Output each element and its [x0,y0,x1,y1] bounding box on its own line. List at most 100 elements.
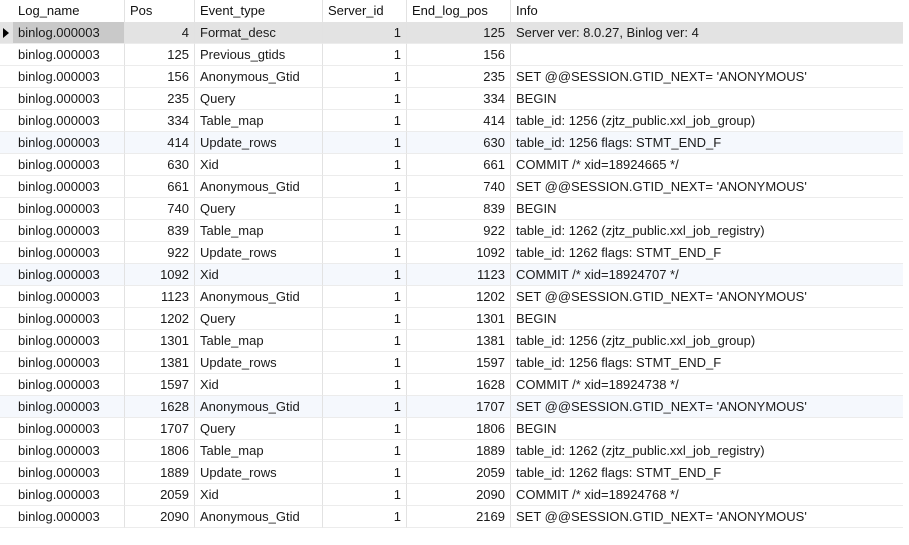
row-indicator[interactable] [0,484,13,506]
cell-pos[interactable]: 156 [125,66,195,88]
cell-pos[interactable]: 1123 [125,286,195,308]
cell-end-log-pos[interactable]: 2169 [407,506,511,528]
cell-pos[interactable]: 839 [125,220,195,242]
cell-event-type[interactable]: Table_map [195,330,323,352]
table-row[interactable]: binlog.000003 235 Query 1 334 BEGIN [0,88,903,110]
cell-pos[interactable]: 1597 [125,374,195,396]
cell-info[interactable]: SET @@SESSION.GTID_NEXT= 'ANONYMOUS' [511,396,903,418]
cell-end-log-pos[interactable]: 334 [407,88,511,110]
cell-server-id[interactable]: 1 [323,418,407,440]
row-indicator[interactable] [0,66,13,88]
table-row[interactable]: binlog.000003 2090 Anonymous_Gtid 1 2169 SET … [0,506,903,528]
cell-pos[interactable]: 4 [125,22,195,44]
table-row[interactable]: binlog.000003 334 Table_map 1 414 table_id: 1… [0,110,903,132]
cell-end-log-pos[interactable]: 1806 [407,418,511,440]
row-indicator[interactable] [0,440,13,462]
cell-server-id[interactable]: 1 [323,132,407,154]
cell-end-log-pos[interactable]: 1123 [407,264,511,286]
column-header-event-type[interactable]: Event_type [195,0,323,22]
cell-server-id[interactable]: 1 [323,22,407,44]
cell-info[interactable]: BEGIN [511,198,903,220]
cell-pos[interactable]: 125 [125,44,195,66]
cell-pos[interactable]: 1092 [125,264,195,286]
cell-log-name[interactable]: binlog.000003 [13,396,125,418]
cell-log-name[interactable]: binlog.000003 [13,176,125,198]
cell-info[interactable]: COMMIT /* xid=18924768 */ [511,484,903,506]
cell-pos[interactable]: 235 [125,88,195,110]
column-header-server-id[interactable]: Server_id [323,0,407,22]
cell-info[interactable]: table_id: 1262 flags: STMT_END_F [511,462,903,484]
cell-log-name[interactable]: binlog.000003 [13,352,125,374]
cell-server-id[interactable]: 1 [323,308,407,330]
cell-end-log-pos[interactable]: 1628 [407,374,511,396]
cell-end-log-pos[interactable]: 235 [407,66,511,88]
cell-info[interactable]: table_id: 1256 flags: STMT_END_F [511,352,903,374]
table-row[interactable]: binlog.000003 125 Previous_gtids 1 156 [0,44,903,66]
cell-server-id[interactable]: 1 [323,440,407,462]
cell-end-log-pos[interactable]: 740 [407,176,511,198]
cell-pos[interactable]: 922 [125,242,195,264]
cell-pos[interactable]: 2059 [125,484,195,506]
cell-log-name[interactable]: binlog.000003 [13,154,125,176]
cell-event-type[interactable]: Update_rows [195,132,323,154]
cell-event-type[interactable]: Query [195,308,323,330]
cell-server-id[interactable]: 1 [323,198,407,220]
cell-event-type[interactable]: Query [195,418,323,440]
binlog-events-grid[interactable]: Log_name Pos Event_type Server_id End_lo… [0,0,909,545]
cell-server-id[interactable]: 1 [323,176,407,198]
table-row[interactable]: binlog.000003 414 Update_rows 1 630 table_id:… [0,132,903,154]
cell-info[interactable]: BEGIN [511,418,903,440]
table-row[interactable]: binlog.000003 4 Format_desc 1 125 Server ver:… [0,22,903,44]
cell-end-log-pos[interactable]: 156 [407,44,511,66]
cell-end-log-pos[interactable]: 1597 [407,352,511,374]
cell-log-name[interactable]: binlog.000003 [13,242,125,264]
cell-pos[interactable]: 630 [125,154,195,176]
table-row[interactable]: binlog.000003 156 Anonymous_Gtid 1 235 SET @@… [0,66,903,88]
column-header-pos[interactable]: Pos [125,0,195,22]
cell-end-log-pos[interactable]: 839 [407,198,511,220]
cell-server-id[interactable]: 1 [323,396,407,418]
table-row[interactable]: binlog.000003 2059 Xid 1 2090 COMMIT /* xid=1… [0,484,903,506]
cell-server-id[interactable]: 1 [323,330,407,352]
cell-event-type[interactable]: Xid [195,374,323,396]
row-indicator[interactable] [0,330,13,352]
cell-server-id[interactable]: 1 [323,110,407,132]
cell-log-name[interactable]: binlog.000003 [13,110,125,132]
cell-pos[interactable]: 1381 [125,352,195,374]
cell-server-id[interactable]: 1 [323,264,407,286]
cell-log-name[interactable]: binlog.000003 [13,286,125,308]
cell-log-name[interactable]: binlog.000003 [13,220,125,242]
cell-log-name[interactable]: binlog.000003 [13,506,125,528]
cell-server-id[interactable]: 1 [323,242,407,264]
cell-event-type[interactable]: Table_map [195,220,323,242]
cell-server-id[interactable]: 1 [323,462,407,484]
cell-log-name[interactable]: binlog.000003 [13,44,125,66]
cell-info[interactable]: SET @@SESSION.GTID_NEXT= 'ANONYMOUS' [511,66,903,88]
row-indicator[interactable] [0,242,13,264]
cell-log-name[interactable]: binlog.000003 [13,22,125,44]
row-indicator[interactable] [0,374,13,396]
row-indicator[interactable] [0,352,13,374]
cell-end-log-pos[interactable]: 2059 [407,462,511,484]
cell-log-name[interactable]: binlog.000003 [13,374,125,396]
cell-event-type[interactable]: Xid [195,484,323,506]
cell-pos[interactable]: 1301 [125,330,195,352]
cell-pos[interactable]: 1202 [125,308,195,330]
cell-log-name[interactable]: binlog.000003 [13,484,125,506]
cell-server-id[interactable]: 1 [323,506,407,528]
row-indicator[interactable] [0,396,13,418]
table-row[interactable]: binlog.000003 630 Xid 1 661 COMMIT /* xid=189… [0,154,903,176]
cell-info[interactable]: COMMIT /* xid=18924665 */ [511,154,903,176]
column-header-log-name[interactable]: Log_name [13,0,125,22]
row-indicator[interactable] [0,286,13,308]
cell-event-type[interactable]: Anonymous_Gtid [195,66,323,88]
table-row[interactable]: binlog.000003 839 Table_map 1 922 table_id: 1… [0,220,903,242]
cell-event-type[interactable]: Update_rows [195,242,323,264]
cell-info[interactable]: COMMIT /* xid=18924738 */ [511,374,903,396]
cell-pos[interactable]: 1889 [125,462,195,484]
cell-server-id[interactable]: 1 [323,88,407,110]
cell-info[interactable]: COMMIT /* xid=18924707 */ [511,264,903,286]
cell-end-log-pos[interactable]: 1092 [407,242,511,264]
cell-end-log-pos[interactable]: 1889 [407,440,511,462]
row-indicator[interactable] [0,220,13,242]
